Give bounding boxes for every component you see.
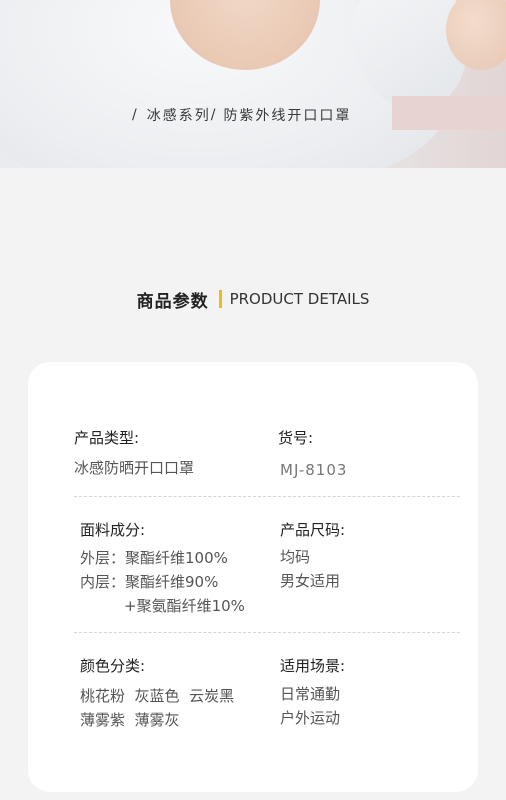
size-label: 产品尺码: [280, 521, 346, 539]
caption-slash: / [132, 107, 139, 123]
row-divider [74, 632, 460, 633]
caption-separator: / [210, 107, 218, 123]
hero-caption: / 冰感系列 / 防紫外线开口口罩 [132, 105, 351, 125]
scenes-label: 适用场景: [280, 657, 346, 675]
section-title-en: PRODUCT DETAILS [229, 290, 370, 308]
caption-product: 防紫外线开口口罩 [223, 108, 352, 124]
item-no-value: MJ-8103 [280, 461, 348, 479]
colors-line-1: 桃花粉 灰蓝色 云炭黑 [80, 687, 235, 705]
size-line-2: 男女适用 [280, 572, 341, 590]
hero-photo: / 冰感系列 / 防紫外线开口口罩 [0, 0, 506, 168]
product-type-value: 冰感防晒开口口罩 [74, 459, 195, 477]
material-line-blend: +聚氨酯纤维10% [124, 597, 245, 615]
accent-block [392, 96, 506, 130]
item-no-label: 货号: [278, 429, 314, 447]
details-card: 产品类型: 冰感防晒开口口罩 货号: MJ-8103 面料成分: 外层：聚酯纤维… [28, 362, 478, 792]
colors-line-2: 薄雾紫 薄雾灰 [80, 711, 180, 729]
section-title: 商品参数 PRODUCT DETAILS [0, 286, 506, 312]
size-line-1: 均码 [280, 548, 311, 566]
section-title-cn: 商品参数 [136, 291, 209, 312]
scenes-line-2: 户外运动 [280, 709, 341, 727]
material-line-outer: 外层：聚酯纤维100% [80, 549, 228, 567]
title-accent-bar [218, 290, 222, 308]
scenes-line-1: 日常通勤 [280, 685, 341, 703]
caption-series: 冰感系列 [146, 108, 211, 124]
product-type-label: 产品类型: [74, 429, 140, 447]
material-line-inner: 内层：聚酯纤维90% [80, 573, 219, 591]
colors-label: 颜色分类: [80, 657, 146, 675]
material-label: 面料成分: [80, 521, 146, 539]
row-divider [74, 496, 460, 497]
